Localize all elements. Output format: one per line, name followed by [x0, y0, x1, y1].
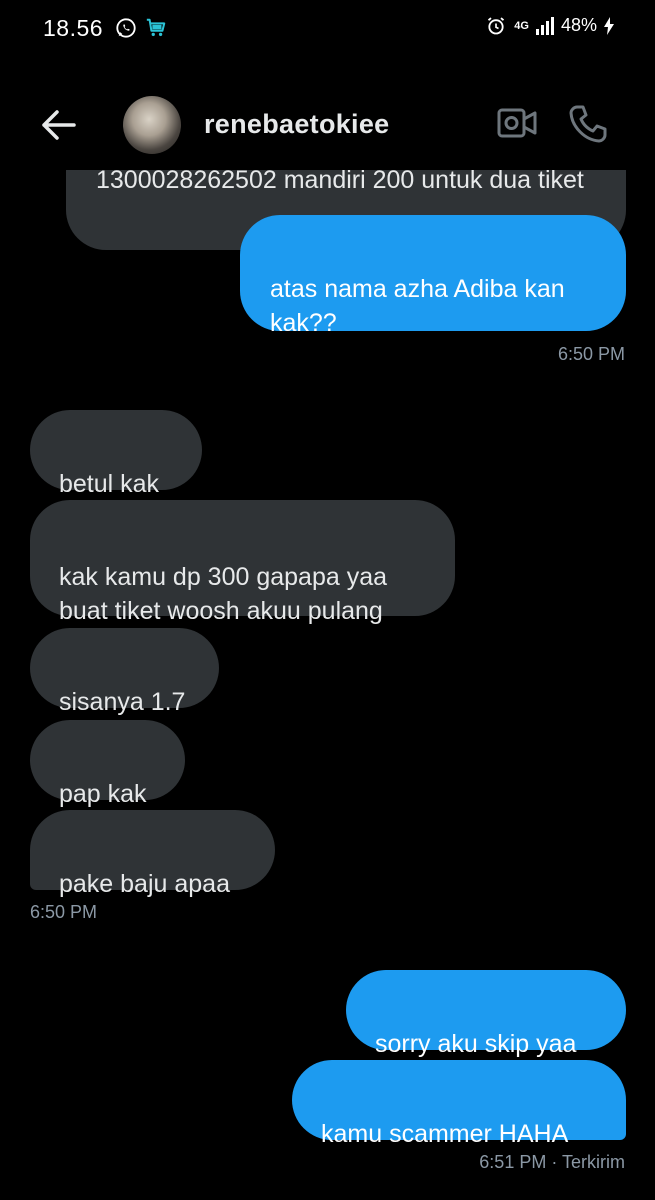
message-text: kamu scammer HAHA — [321, 1120, 569, 1148]
system-status: 4G 48% — [486, 15, 615, 36]
message-timestamp-status: 6:51 PM · Terkirim — [479, 1152, 625, 1172]
status-bar: 18.56 4G 48% — [0, 0, 655, 62]
message-text: pap kak — [59, 780, 147, 808]
message-bubble-incoming[interactable]: betul kak — [30, 410, 202, 498]
video-camera-icon — [497, 108, 537, 138]
status-time: 18.56 — [43, 15, 104, 41]
message-timestamp: 6:50 PM — [30, 902, 98, 922]
message-bubble-incoming[interactable]: kak kamu dp 300 gapapa yaa buat tiket wo… — [30, 500, 455, 625]
message-timestamp: 6:50 PM — [557, 344, 625, 364]
message-text: sorry aku skip yaa — [375, 1030, 577, 1058]
message-text: 1300028262502 mandiri 200 untuk dua tike… — [96, 166, 584, 194]
chat-header: renebaetokiee — [0, 80, 655, 170]
message-text: kak kamu dp 300 gapapa yaa buat tiket wo… — [59, 563, 388, 625]
charging-icon — [603, 16, 615, 36]
message-bubble-outgoing[interactable]: atas nama azha Adiba kan kak?? — [240, 215, 626, 337]
message-text: pake baju apaa — [59, 870, 230, 898]
avatar[interactable] — [123, 96, 181, 154]
message-bubble-incoming[interactable]: pap kak — [30, 720, 185, 808]
notification-icons — [115, 17, 167, 44]
message-text: sisanya 1.7 — [59, 688, 186, 716]
back-button[interactable] — [38, 104, 80, 146]
arrow-left-icon — [42, 110, 76, 140]
message-bubble-outgoing[interactable]: sorry aku skip yaa — [346, 970, 626, 1058]
video-call-button[interactable] — [497, 107, 537, 144]
whatsapp-icon — [115, 17, 137, 44]
alarm-icon — [486, 16, 506, 36]
battery-level: 48% — [560, 15, 597, 35]
message-bubble-incoming[interactable]: pake baju apaa — [30, 810, 275, 898]
shopping-app-icon — [145, 17, 167, 44]
message-text: betul kak — [59, 470, 160, 498]
voice-call-button[interactable] — [568, 104, 608, 149]
network-type: 4G — [514, 19, 529, 32]
conversation-thread: 1300028262502 mandiri 200 untuk dua tike… — [0, 0, 655, 1200]
message-bubble-outgoing[interactable]: kamu scammer HAHA — [292, 1060, 626, 1148]
message-bubble-incoming[interactable]: sisanya 1.7 — [30, 628, 219, 716]
message-text: atas nama azha Adiba kan kak?? — [270, 275, 565, 337]
phone-icon — [569, 105, 607, 143]
contact-name[interactable]: renebaetokiee — [204, 109, 390, 140]
signal-icon — [535, 16, 555, 36]
